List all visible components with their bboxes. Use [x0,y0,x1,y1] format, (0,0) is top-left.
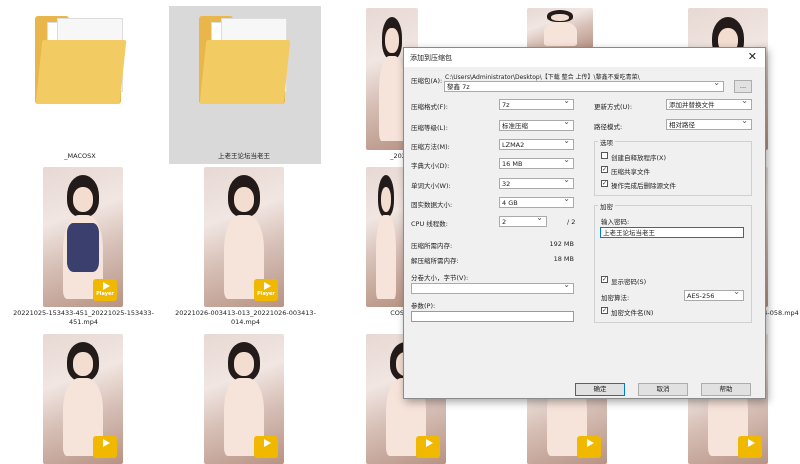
format-label: 压缩格式(F): [411,103,449,111]
video-thumbnail[interactable] [366,167,406,307]
path-mode-value: 相对路径 [669,121,695,129]
file-name: 20221025-153433-451_20221025-153433-451.… [13,309,154,326]
show-password-checkbox[interactable]: ✓ [601,276,608,283]
play-icon [738,436,762,458]
sfx-checkbox[interactable] [601,152,608,159]
threads-total: / 2 [567,218,576,226]
threads-label: CPU 线程数: [411,220,448,228]
folder-name: _MACOSX [64,152,96,160]
method-value: LZMA2 [502,141,525,149]
play-icon [416,436,440,458]
password-input[interactable]: 上老王论坛当老王 [600,227,744,238]
encryption-label: 加密 [598,201,615,211]
mem-decomp-value: 18 MB [553,255,574,263]
solid-label: 固实数据大小: [411,201,453,209]
path-mode-label: 路径模式: [594,123,623,131]
sfx-label: 创建自释放程序(X) [611,154,667,162]
encrypt-names-label: 加密文件名(N) [611,309,654,317]
video-thumbnail[interactable]: Player [43,167,123,307]
word-label: 单词大小(W): [411,182,451,190]
method-label: 压缩方法(M): [411,143,450,151]
options-label: 选项 [598,137,615,147]
level-label: 压缩等级(L): [411,124,448,132]
encryption-method-value: AES-256 [687,292,715,300]
browse-button[interactable]: ... [734,80,752,93]
video-thumbnail[interactable] [43,334,123,464]
threads-select[interactable]: 2 [499,214,547,227]
play-icon [93,436,117,458]
folder-icon [35,16,130,106]
shared-checkbox[interactable]: ✓ [601,166,608,173]
file-name: 20221026-003413-013_20221026-003413-014.… [175,309,316,326]
threads-value: 2 [502,218,507,226]
play-icon [254,436,278,458]
play-icon [577,436,601,458]
dialog-title: 添加到压缩包 [410,54,452,62]
split-select[interactable] [411,281,574,294]
mem-comp-value: 192 MB [549,240,574,248]
folder-item[interactable]: _MACOSX [5,6,155,164]
mem-comp-label: 压缩所需内存: [411,242,453,250]
params-input[interactable] [411,311,574,322]
archive-label: 压缩包(A): [411,77,443,85]
archive-path: C:\Users\Administrator\Desktop\【下载 整合 上传… [445,74,640,81]
password-label: 输入密码: [601,218,630,226]
shared-label: 压缩共享文件 [611,168,650,176]
cancel-button[interactable]: 取消 [638,383,688,396]
dict-label: 字典大小(D): [411,162,450,170]
password-value: 上老王论坛当老王 [603,229,655,237]
solid-value: 4 GB [502,199,518,207]
folder-icon [199,16,294,106]
add-to-archive-dialog: 添加到压缩包 ✕ 压缩包(A): C:\Users\Administrator\… [403,47,766,399]
play-icon: Player [93,279,117,301]
split-label: 分卷大小，字节(V): [411,274,469,282]
format-value: 7z [502,101,510,109]
encryption-method-label: 加密算法: [601,294,630,302]
video-thumbnail[interactable]: Player [204,167,284,307]
file-name: COS [390,309,404,317]
method-select[interactable]: LZMA2 [499,137,574,150]
mem-decomp-label: 解压缩所需内存: [411,257,459,265]
help-button[interactable]: 帮助 [701,383,751,396]
video-thumbnail[interactable] [527,8,593,48]
archive-name-combo[interactable]: 黎鑫 7z [444,79,724,92]
encrypt-names-checkbox[interactable]: ✓ [601,307,608,314]
folder-name: 上老王论坛当老王 [218,152,270,160]
level-value: 标准压缩 [502,122,528,130]
path-mode-select[interactable]: 相对路径 [666,117,752,130]
folder-item-selected[interactable]: 上老王论坛当老王 [169,6,321,164]
update-select[interactable]: 添加并替换文件 [666,97,752,110]
dict-select[interactable]: 16 MB [499,156,574,169]
delete-source-checkbox[interactable]: ✓ [601,180,608,187]
video-thumbnail[interactable] [204,334,284,464]
close-icon[interactable]: ✕ [748,50,757,63]
encryption-method-select[interactable]: AES-256 [684,288,744,301]
show-password-label: 显示密码(S) [611,278,647,286]
archive-name-value: 黎鑫 7z [447,83,470,91]
dialog-titlebar: 添加到压缩包 ✕ [404,48,765,67]
solid-select[interactable]: 4 GB [499,195,574,208]
update-value: 添加并替换文件 [669,101,715,109]
delete-source-label: 操作完成后删除源文件 [611,182,676,190]
level-select[interactable]: 标准压缩 [499,118,574,131]
file-name: _2021 [390,152,410,160]
word-value: 32 [502,180,511,188]
update-label: 更新方式(U): [594,103,633,111]
format-select[interactable]: 7z [499,97,574,110]
params-label: 参数(P): [411,302,436,310]
ok-button[interactable]: 确定 [575,383,625,396]
dict-value: 16 MB [502,160,523,168]
word-select[interactable]: 32 [499,176,574,189]
play-icon: Player [254,279,278,301]
